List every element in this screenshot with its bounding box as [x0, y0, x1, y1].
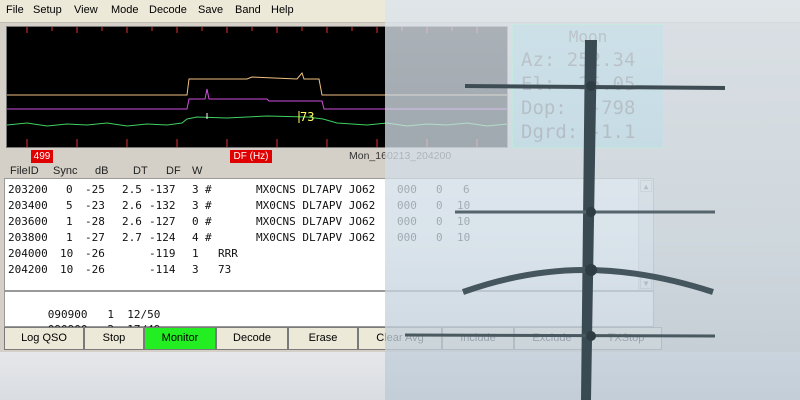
- decode-row[interactable]: 203600 1 -28 2.6 -127 0 # MX0CNS DL7APV …: [8, 215, 470, 231]
- spectrum-plot: [7, 27, 507, 147]
- moon-title: Moon: [568, 27, 608, 46]
- menu-mode[interactable]: Mode: [111, 4, 139, 16]
- spectrum-display[interactable]: 73: [6, 26, 508, 148]
- col-df: DF: [166, 165, 181, 177]
- txstop-button[interactable]: TXStop: [590, 327, 662, 350]
- scroll-up-icon[interactable]: ▲: [640, 180, 652, 192]
- df-hz-label: DF (Hz): [230, 150, 272, 163]
- menu-help[interactable]: Help: [271, 4, 294, 16]
- col-dt: DT: [133, 165, 148, 177]
- col-sync: Sync: [53, 165, 78, 177]
- bottom-ticks: [26, 139, 478, 147]
- scroll-down-icon[interactable]: ▼: [640, 277, 652, 289]
- stop-button[interactable]: Stop: [84, 327, 144, 350]
- menu-view[interactable]: View: [74, 4, 98, 16]
- top-ticks: [26, 27, 478, 33]
- trace-orange: [7, 71, 507, 96]
- photo-background-lower: [0, 352, 800, 400]
- decode-row[interactable]: 203200 0 -25 2.5 -137 3 # MX0CNS DL7APV …: [8, 183, 470, 199]
- moon-panel: Moon Az: 252.34 El: 25.05 Dop: -798 Dgrd…: [512, 24, 664, 148]
- decode-row[interactable]: 204200 10 -26 -114 3 73: [8, 263, 231, 279]
- decode-scrollbar[interactable]: ▲ ▼: [638, 179, 653, 290]
- log-qso-button[interactable]: Log QSO: [4, 327, 84, 350]
- decode-row[interactable]: 203400 5 -23 2.6 -132 3 # MX0CNS DL7APV …: [8, 199, 470, 215]
- menu-save[interactable]: Save: [198, 4, 223, 16]
- file-status: Mon_160213_204200: [349, 150, 452, 162]
- menu-bar: File Setup View Mode Decode Save Band He…: [0, 0, 800, 23]
- menu-band[interactable]: Band: [235, 4, 261, 16]
- monitor-button[interactable]: Monitor: [144, 327, 216, 350]
- spectrum-marker-label: 73: [300, 110, 315, 124]
- include-button[interactable]: Include: [442, 327, 514, 350]
- average-list[interactable]: 090900 1 12/50 090900 2 17/49: [4, 291, 654, 336]
- erase-button[interactable]: Erase: [288, 327, 358, 350]
- col-fileid: FileID: [10, 165, 39, 177]
- clear-avg-button[interactable]: Clear Avg: [358, 327, 442, 350]
- moon-el: El: 25.05: [521, 73, 636, 95]
- exclude-button[interactable]: Exclude: [514, 327, 590, 350]
- moon-dgrd: Dgrd: -1.1: [521, 121, 636, 143]
- trace-green: [7, 115, 507, 127]
- col-w: W: [192, 165, 203, 177]
- menu-setup[interactable]: Setup: [33, 4, 62, 16]
- decoded-text-list[interactable]: 203200 0 -25 2.5 -137 3 # MX0CNS DL7APV …: [4, 178, 654, 291]
- trace-magenta: [7, 88, 507, 110]
- moon-dop: Dop: -798: [521, 97, 636, 119]
- decode-row[interactable]: 203800 1 -27 2.7 -124 4 # MX0CNS DL7APV …: [8, 231, 470, 247]
- moon-az: Az: 252.34: [521, 49, 636, 71]
- menu-decode[interactable]: Decode: [149, 4, 187, 16]
- decode-button[interactable]: Decode: [216, 327, 288, 350]
- menu-file[interactable]: File: [6, 4, 24, 16]
- col-db: dB: [95, 165, 109, 177]
- jt65-window: File Setup View Mode Decode Save Band He…: [0, 0, 800, 400]
- freq-left-label: 499: [31, 150, 53, 163]
- decode-row[interactable]: 204000 10 -26 -119 1 RRR: [8, 247, 238, 263]
